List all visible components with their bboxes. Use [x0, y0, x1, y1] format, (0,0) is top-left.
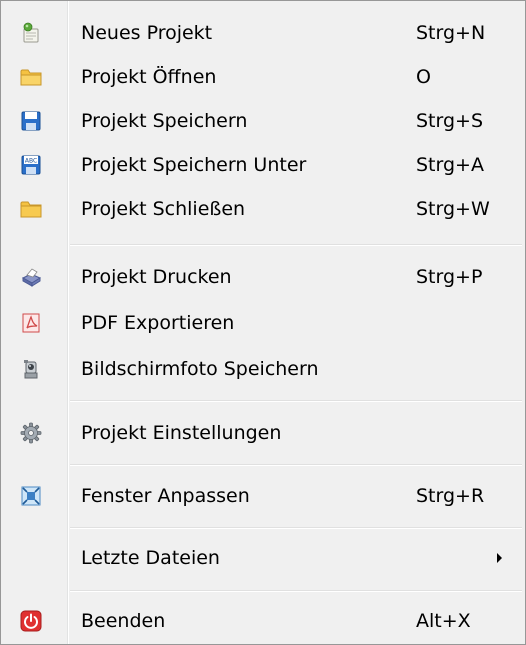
- menu-separator: [70, 244, 522, 246]
- menu-separator: [70, 590, 522, 592]
- menu-separator: [70, 464, 522, 466]
- menu-item-label: Projekt Öffnen: [81, 66, 217, 88]
- menu-separator: [70, 400, 522, 402]
- folder-close-icon: [19, 197, 43, 221]
- pdf-icon: [19, 311, 43, 335]
- menu-item-close-project[interactable]: Projekt Schließen Strg+W: [3, 187, 523, 231]
- menu-item-exit[interactable]: Beenden Alt+X: [3, 599, 523, 643]
- menu-item-label: Letzte Dateien: [81, 547, 220, 569]
- menu-item-label: Projekt Speichern Unter: [81, 154, 307, 176]
- floppy-disk-abc-icon: ABC: [19, 153, 43, 177]
- file-menu: Neues Projekt Strg+N Projekt Öffnen O Pr…: [0, 0, 526, 645]
- submenu-arrow-icon: [497, 553, 502, 563]
- svg-text:ABC: ABC: [25, 158, 37, 165]
- camera-icon: [19, 357, 43, 381]
- menu-item-fit-window[interactable]: Fenster Anpassen Strg+R: [3, 474, 523, 518]
- menu-item-save-project-as[interactable]: ABC Projekt Speichern Unter Strg+A: [3, 143, 523, 187]
- gear-icon: [19, 421, 43, 445]
- menu-item-open-project[interactable]: Projekt Öffnen O: [3, 55, 523, 99]
- menu-item-label: Fenster Anpassen: [81, 485, 250, 507]
- menu-item-recent-files[interactable]: Letzte Dateien: [3, 536, 523, 580]
- menu-item-label: Beenden: [81, 610, 166, 632]
- menu-item-label: PDF Exportieren: [81, 312, 235, 334]
- menu-item-shortcut: Strg+P: [416, 266, 483, 288]
- menu-item-label: Projekt Schließen: [81, 198, 246, 220]
- menu-item-label: Projekt Speichern: [81, 110, 248, 132]
- menu-item-print-project[interactable]: Projekt Drucken Strg+P: [3, 255, 523, 299]
- menu-item-shortcut: Strg+R: [416, 485, 485, 507]
- fit-window-icon: [19, 484, 43, 508]
- menu-item-label: Bildschirmfoto Speichern: [81, 358, 319, 380]
- menu-item-export-pdf[interactable]: PDF Exportieren: [3, 301, 523, 345]
- menu-item-label: Projekt Einstellungen: [81, 422, 282, 444]
- menu-item-save-screenshot[interactable]: Bildschirmfoto Speichern: [3, 347, 523, 391]
- menu-item-label: Neues Projekt: [81, 22, 213, 44]
- menu-item-shortcut: Alt+X: [416, 610, 471, 632]
- printer-icon: [19, 265, 43, 289]
- menu-item-label: Projekt Drucken: [81, 266, 232, 288]
- menu-item-save-project[interactable]: Projekt Speichern Strg+S: [3, 99, 523, 143]
- floppy-disk-icon: [19, 109, 43, 133]
- menu-separator: [70, 527, 522, 529]
- power-icon: [19, 609, 43, 633]
- folder-open-icon: [19, 65, 43, 89]
- menu-item-shortcut: Strg+S: [416, 110, 484, 132]
- menu-item-shortcut: Strg+A: [416, 154, 484, 176]
- menu-item-new-project[interactable]: Neues Projekt Strg+N: [3, 11, 523, 55]
- new-project-icon: [19, 21, 43, 45]
- menu-item-shortcut: Strg+W: [416, 198, 490, 220]
- menu-item-shortcut: Strg+N: [416, 22, 486, 44]
- menu-item-shortcut: O: [416, 66, 431, 88]
- menu-item-project-settings[interactable]: Projekt Einstellungen: [3, 411, 523, 455]
